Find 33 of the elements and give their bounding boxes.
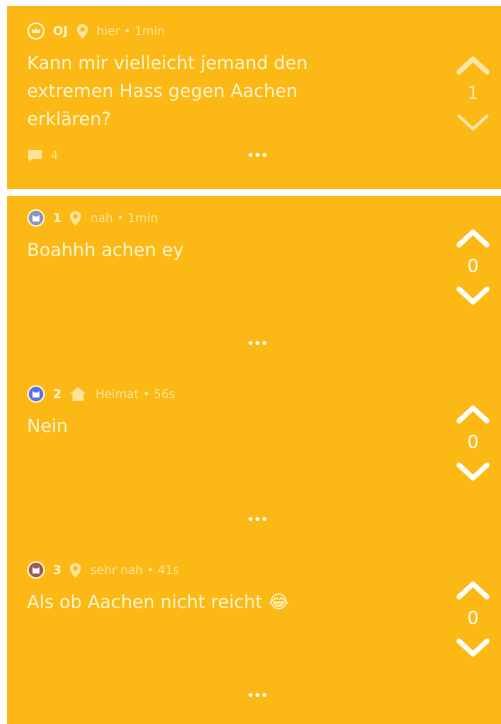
comment-text: Als ob Aachen nicht reicht 😂 [27,591,290,615]
author-label: 2 [53,386,62,403]
author-label: OJ [53,23,68,40]
downvote-button[interactable] [455,284,491,306]
comment-icon [27,149,43,164]
vote-count: 0 [467,431,479,455]
comment-text: Nein [27,415,69,439]
more-button[interactable]: ••• [247,336,268,352]
more-button[interactable]: ••• [247,148,268,164]
location-pin-icon [69,210,82,226]
vote-count: 0 [467,255,479,279]
more-button[interactable]: ••• [247,688,268,704]
location-time-label: hier • 1min [96,23,165,40]
location-time-label: sehr nah • 41s [90,562,180,579]
post-text: Kann mir vielleicht jemand den extremen Hass gegen Aachen erklären? [27,52,309,132]
location-pin-icon [76,22,89,40]
home-icon [69,386,88,402]
comment-text: Boahhh achen ey [27,239,185,263]
downvote-button[interactable] [455,636,491,658]
upvote-button[interactable] [455,579,491,601]
crown-badge-icon [27,22,45,40]
author-label: 3 [53,562,62,579]
upvote-button[interactable] [455,227,491,249]
vote-count: 0 [467,607,479,631]
downvote-button[interactable] [455,460,491,482]
comment-count: 4 [51,148,58,164]
vote-count: 1 [467,82,479,106]
upvote-button[interactable] [455,403,491,425]
location-time-label: Heimat • 56s [95,386,176,403]
location-time-label: nah • 1min [90,210,158,227]
more-button[interactable]: ••• [247,512,268,528]
location-pin-icon [69,562,82,578]
author-label: 1 [53,210,62,227]
